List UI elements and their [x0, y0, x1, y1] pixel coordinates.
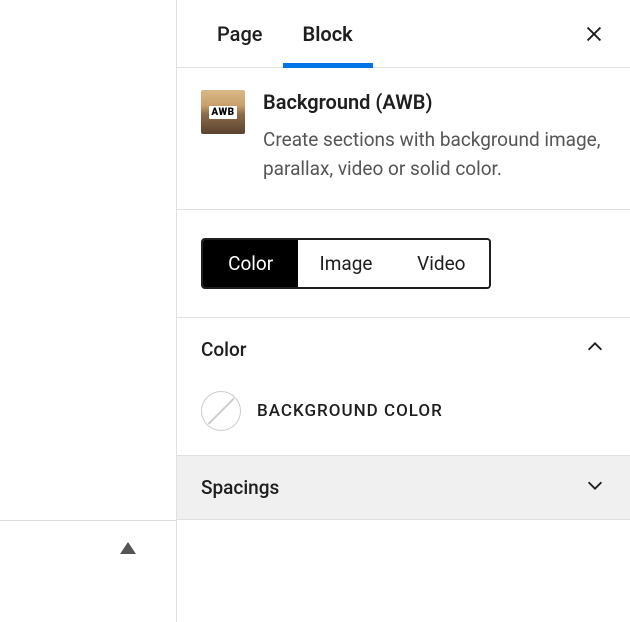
background-color-label: BACKGROUND COLOR — [257, 401, 443, 421]
chevron-down-icon — [584, 474, 606, 501]
chevron-up-icon — [584, 336, 606, 363]
background-type-section: Color Image Video — [177, 210, 630, 318]
block-description: Create sections with background image, p… — [263, 126, 606, 183]
segment-image[interactable]: Image — [298, 240, 393, 287]
left-divider — [0, 520, 176, 521]
segment-color[interactable]: Color — [203, 240, 298, 287]
close-icon — [583, 23, 605, 45]
panel-color-header[interactable]: Color — [177, 318, 630, 381]
tab-block[interactable]: Block — [283, 0, 373, 68]
panel-color-body: BACKGROUND COLOR — [177, 381, 630, 455]
close-sidebar-button[interactable] — [574, 14, 614, 54]
panel-color: Color BACKGROUND COLOR — [177, 318, 630, 456]
block-info-section: AWB Background (AWB) Create sections wit… — [177, 68, 630, 210]
background-color-swatch[interactable] — [201, 391, 241, 431]
editor-left-area — [0, 0, 176, 622]
toolbar-up-triangle-icon[interactable] — [120, 542, 136, 554]
awb-block-icon: AWB — [201, 90, 245, 134]
panel-spacings-header[interactable]: Spacings — [177, 456, 630, 519]
block-title: Background (AWB) — [263, 90, 606, 114]
background-type-segmented: Color Image Video — [201, 238, 491, 289]
sidebar-tab-header: Page Block — [177, 0, 630, 68]
segment-video[interactable]: Video — [394, 240, 489, 287]
tab-page[interactable]: Page — [197, 0, 283, 68]
settings-sidebar: Page Block AWB Background (AWB) Create s… — [176, 0, 630, 622]
block-text-col: Background (AWB) Create sections with ba… — [263, 90, 606, 183]
panel-spacings: Spacings — [177, 456, 630, 520]
panel-spacings-title: Spacings — [201, 476, 279, 499]
panel-color-title: Color — [201, 338, 247, 361]
